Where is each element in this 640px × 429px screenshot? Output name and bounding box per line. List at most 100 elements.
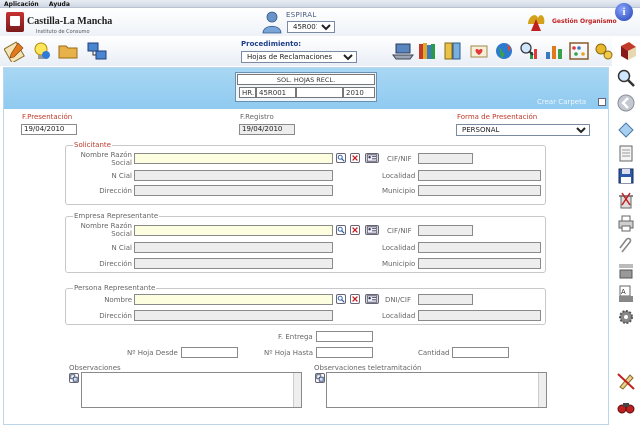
contact-card-icon[interactable] bbox=[365, 153, 379, 163]
contact-card-icon[interactable] bbox=[365, 225, 379, 235]
crear-carpeta-checkbox[interactable] bbox=[598, 98, 606, 106]
solicitud-code: HR. bbox=[239, 87, 256, 98]
procedimiento-select[interactable]: Hojas de Reclamaciones bbox=[241, 51, 357, 63]
empresa-cif-label: CIF/NIF bbox=[387, 227, 412, 235]
observaciones-scrollbar[interactable] bbox=[293, 373, 301, 407]
book-red-icon[interactable] bbox=[617, 40, 639, 62]
persona-nombre-input[interactable] bbox=[134, 294, 333, 305]
observaciones-textarea[interactable] bbox=[81, 372, 302, 408]
solicitante-direccion-label: Dirección bbox=[99, 187, 132, 195]
info-icon[interactable]: i bbox=[615, 3, 633, 21]
f-registro-label: F.Registro bbox=[240, 113, 274, 121]
notebook-icon[interactable] bbox=[616, 143, 636, 163]
hoja-hasta-input[interactable] bbox=[316, 347, 373, 358]
gears-icon[interactable] bbox=[593, 40, 615, 62]
observaciones-teletramitacion-textarea[interactable] bbox=[326, 372, 547, 408]
solicitud-title: SOL. HOJAS RECL. bbox=[237, 74, 375, 85]
empresa-municipio-input[interactable] bbox=[418, 258, 541, 269]
empresa-direccion-input[interactable] bbox=[134, 258, 333, 269]
empresa-direccion-label: Dirección bbox=[99, 260, 132, 268]
persona-direccion-input[interactable] bbox=[134, 310, 333, 321]
solicitante-localidad-label: Localidad bbox=[382, 172, 416, 180]
eraser-icon[interactable] bbox=[616, 118, 636, 138]
back-arrow-icon[interactable] bbox=[616, 93, 636, 113]
logo-subtitle: Instituto de Consumo bbox=[36, 29, 90, 35]
copy-icon[interactable] bbox=[69, 373, 79, 383]
hoja-desde-input[interactable] bbox=[181, 347, 238, 358]
solicitante-cif-input[interactable] bbox=[418, 153, 473, 164]
solicitud-number[interactable] bbox=[296, 87, 343, 98]
contact-card-icon[interactable] bbox=[365, 294, 379, 304]
clear-icon[interactable] bbox=[350, 153, 360, 163]
print-document-icon[interactable]: A bbox=[616, 284, 636, 304]
solicitante-ncial-input[interactable] bbox=[134, 170, 333, 181]
persona-direccion-label: Dirección bbox=[99, 312, 132, 320]
espiral-select[interactable]: 45R001 bbox=[287, 21, 335, 33]
printer-icon[interactable] bbox=[616, 213, 636, 233]
search-icon[interactable] bbox=[336, 153, 346, 163]
stamp-icon[interactable] bbox=[616, 260, 636, 280]
books-icon[interactable] bbox=[417, 40, 439, 62]
forma-presentacion-select[interactable]: PERSONAL bbox=[456, 124, 590, 136]
search-icon[interactable] bbox=[336, 294, 346, 304]
empresa-municipio-label: Municipio bbox=[382, 260, 416, 268]
solicitante-nombre-label: Nombre Razón Social bbox=[80, 151, 132, 167]
save-disk-icon[interactable] bbox=[616, 166, 636, 186]
logo-title: Castilla-La Mancha bbox=[27, 16, 113, 27]
search-icon[interactable] bbox=[336, 225, 346, 235]
mail-heart-icon[interactable] bbox=[468, 40, 490, 62]
abacus-icon[interactable] bbox=[568, 40, 590, 62]
network-computers-icon[interactable] bbox=[86, 40, 108, 62]
chart-icon[interactable] bbox=[543, 40, 565, 62]
magnifier-icon[interactable] bbox=[616, 68, 636, 88]
persona-localidad-input[interactable] bbox=[418, 310, 541, 321]
f-entrega-input[interactable] bbox=[316, 331, 373, 342]
persona-legend: Persona Representante bbox=[73, 284, 157, 292]
empresa-ncial-input[interactable] bbox=[134, 242, 333, 253]
persona-dni-label: DNI/CIF bbox=[385, 296, 412, 304]
empresa-localidad-input[interactable] bbox=[418, 242, 541, 253]
gestion-organismo-label[interactable]: Gestión Organismo bbox=[552, 18, 617, 25]
binoculars-icon[interactable] bbox=[616, 397, 636, 417]
solicitante-legend: Solicitante bbox=[73, 141, 112, 149]
solicitud-year: 2010 bbox=[343, 87, 375, 98]
f-presentacion-label: F.Presentación bbox=[22, 113, 73, 121]
copy-icon[interactable] bbox=[315, 373, 325, 383]
clear-icon[interactable] bbox=[350, 294, 360, 304]
binders-icon[interactable] bbox=[442, 40, 464, 62]
solicitante-nombre-input[interactable] bbox=[134, 153, 333, 164]
forma-presentacion-label: Forma de Presentación bbox=[457, 113, 538, 121]
f-registro-input: 19/04/2010 bbox=[239, 124, 295, 135]
search-stats-icon[interactable] bbox=[518, 40, 540, 62]
solicitante-localidad-input[interactable] bbox=[418, 170, 541, 181]
clear-icon[interactable] bbox=[350, 225, 360, 235]
solicitante-direccion-input[interactable] bbox=[134, 185, 333, 196]
edit-document-icon[interactable] bbox=[4, 40, 26, 62]
persona-nombre-label: Nombre bbox=[104, 296, 132, 304]
empresa-nombre-input[interactable] bbox=[134, 225, 333, 236]
delete-icon[interactable] bbox=[616, 190, 636, 210]
solicitante-municipio-input[interactable] bbox=[418, 185, 541, 196]
solicitud-espiral: 45R001 bbox=[256, 87, 296, 98]
laptop-icon[interactable] bbox=[392, 40, 414, 62]
paperclip-icon[interactable] bbox=[616, 236, 636, 256]
crear-carpeta-label: Crear Carpeta bbox=[537, 98, 587, 106]
persona-localidad-label: Localidad bbox=[382, 312, 416, 320]
observaciones-teletramitacion-label: Observaciones teletramitación bbox=[314, 364, 422, 372]
observaciones-teletramitacion-scrollbar[interactable] bbox=[538, 373, 546, 407]
empresa-cif-input[interactable] bbox=[418, 225, 473, 236]
gestion-organismo-icon bbox=[528, 15, 545, 31]
user-icon bbox=[262, 11, 282, 34]
folder-icon[interactable] bbox=[57, 40, 79, 62]
empresa-nombre-label: Nombre Razón Social bbox=[80, 222, 132, 238]
globe-icon[interactable] bbox=[493, 40, 515, 62]
f-presentacion-input[interactable]: 19/04/2010 bbox=[21, 124, 77, 135]
lightbulb-icon[interactable] bbox=[30, 40, 52, 62]
svg-text:A: A bbox=[621, 289, 626, 296]
hoja-desde-label: Nº Hoja Desde bbox=[127, 349, 178, 357]
persona-dni-input[interactable] bbox=[418, 294, 473, 305]
espiral-label: ESPIRAL bbox=[286, 11, 317, 19]
cancel-edit-icon[interactable] bbox=[616, 371, 636, 391]
settings-gear-icon[interactable] bbox=[616, 307, 636, 327]
cantidad-input[interactable] bbox=[452, 347, 509, 358]
